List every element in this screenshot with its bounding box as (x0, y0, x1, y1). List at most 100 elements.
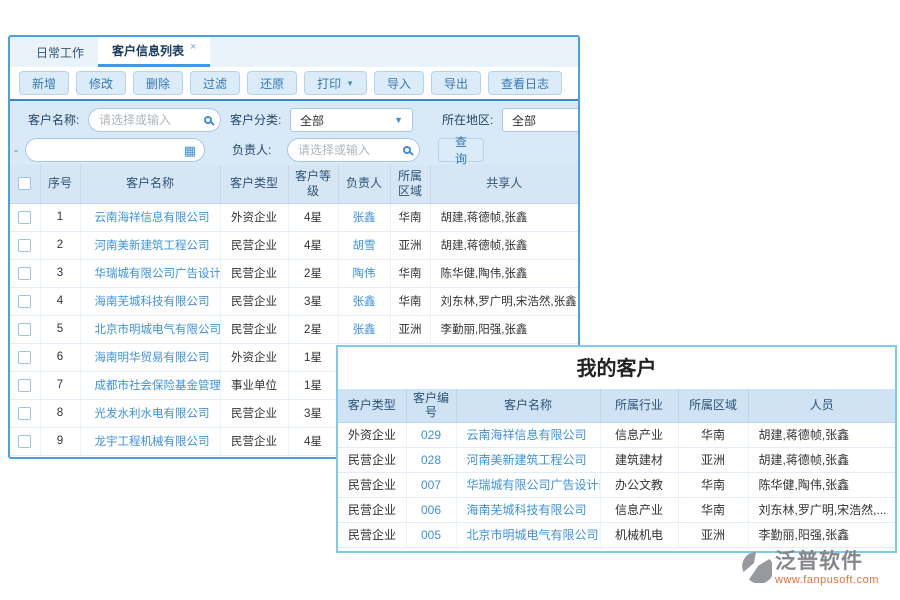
col-header-manager[interactable]: 负责人 (338, 165, 390, 203)
customer-name-link[interactable]: 成都市社会保险基金管理... (95, 380, 221, 392)
customer-code-link[interactable]: 005 (421, 528, 441, 542)
shared-users: 胡建,蒋德帧,张鑫 (430, 231, 578, 259)
customer-type: 民营企业 (338, 472, 406, 497)
customer-type: 民营企业 (220, 287, 288, 315)
customer-code-link[interactable]: 029 (421, 428, 441, 442)
tab-daily-work[interactable]: 日常工作 (22, 37, 98, 67)
customer-code-link[interactable]: 006 (421, 503, 441, 517)
customer-name-link[interactable]: 华瑞城有限公司广告设计部 (95, 268, 221, 280)
customer-name-link[interactable]: 河南美新建筑工程公司 (467, 453, 587, 467)
customer-name-link[interactable]: 光发水利水电有限公司 (95, 408, 210, 420)
print-button[interactable]: 打印 ▼ (304, 71, 367, 95)
col-header-customer-type[interactable]: 客户类型 (220, 165, 288, 203)
export-button[interactable]: 导出 (431, 71, 481, 95)
customer-type: 民营企业 (338, 497, 406, 522)
manager-link[interactable]: 张鑫 (353, 296, 376, 308)
region-label: 所在地区: (442, 108, 493, 132)
tab-close-icon[interactable]: × (190, 41, 196, 53)
search-icon[interactable] (204, 116, 212, 124)
row-checkbox[interactable] (18, 295, 31, 308)
customer-name-link[interactable]: 云南海祥信息有限公司 (467, 428, 587, 442)
customer-level: 3星 (288, 287, 338, 315)
row-checkbox[interactable] (18, 407, 31, 420)
col-header-region[interactable]: 所属区域 (390, 165, 430, 203)
customer-level: 2星 (288, 259, 338, 287)
customer-level: 1星 (288, 371, 338, 399)
tab-label: 日常工作 (36, 44, 84, 61)
row-checkbox[interactable] (18, 435, 31, 448)
table-row[interactable]: 3 华瑞城有限公司广告设计部 民营企业 2星 陶伟 华南 陈华健,陶伟,张鑫 (10, 259, 578, 287)
tab-customer-info-list[interactable]: 客户信息列表 × (98, 37, 210, 67)
customer-name-field[interactable] (99, 113, 200, 127)
customer-type: 民营企业 (220, 259, 288, 287)
fanpu-logo-icon (742, 551, 772, 588)
industry: 信息产业 (600, 497, 678, 522)
customer-name-link[interactable]: 北京市明城电气有限公司 (467, 528, 599, 542)
col-header-no[interactable]: 序号 (40, 165, 80, 203)
table-header-row: 客户类型 客户编号 客户名称 所属行业 所属区域 人员 (338, 389, 895, 422)
table-row[interactable]: 1 云南海祥信息有限公司 外资企业 4星 张鑫 华南 胡建,蒋德帧,张鑫 (10, 203, 578, 231)
add-button[interactable]: 新增 (19, 71, 69, 95)
customer-name-link[interactable]: 龙宇工程机械有限公司 (95, 436, 210, 448)
table-row[interactable]: 民营企业 028 河南美新建筑工程公司 建筑建材 亚洲 胡建,蒋德帧,张鑫 (338, 447, 895, 472)
customer-code-link[interactable]: 028 (421, 453, 441, 467)
region: 华南 (390, 203, 430, 231)
view-log-button[interactable]: 查看日志 (488, 71, 562, 95)
table-header-row: 序号 客户名称 客户类型 客户等级 负责人 所属区域 共享人 (10, 165, 578, 203)
customer-name-link[interactable]: 华瑞城有限公司广告设计部 (467, 478, 601, 492)
customer-name-link[interactable]: 河南美新建筑工程公司 (95, 240, 210, 252)
manager-field[interactable] (298, 143, 399, 157)
table-row[interactable]: 4 海南芜城科技有限公司 民营企业 3星 张鑫 华南 刘东林,罗广明,宋浩然,张… (10, 287, 578, 315)
manager-input[interactable] (287, 138, 420, 162)
restore-button[interactable]: 还原 (247, 71, 297, 95)
calendar-icon[interactable]: ▦ (184, 144, 196, 157)
col-header-customer-level[interactable]: 客户等级 (288, 165, 338, 203)
table-row[interactable]: 2 河南美新建筑工程公司 民营企业 4星 胡雪 亚洲 胡建,蒋德帧,张鑫 (10, 231, 578, 259)
manager-link[interactable]: 陶伟 (353, 268, 376, 280)
customer-type: 民营企业 (220, 231, 288, 259)
region-select[interactable]: 全部 (502, 108, 580, 132)
customer-name-link[interactable]: 海南芜城科技有限公司 (467, 503, 587, 517)
customer-level: 1星 (288, 343, 338, 371)
select-all-checkbox[interactable] (18, 177, 31, 190)
customer-category-select[interactable]: 全部 ▼ (290, 108, 413, 132)
manager-link[interactable]: 张鑫 (353, 212, 376, 224)
col-header-region: 所属区域 (678, 389, 748, 422)
fanpu-logo-url: www.fanpusoft.com (775, 574, 879, 586)
delete-button[interactable]: 删除 (133, 71, 183, 95)
customer-name-link[interactable]: 海南芜城科技有限公司 (95, 296, 210, 308)
staff: 胡建,蒋德帧,张鑫 (748, 422, 895, 447)
table-row[interactable]: 民营企业 005 北京市明城电气有限公司 机械机电 亚洲 李勤丽,阳强,张鑫 (338, 522, 895, 547)
customer-name-link[interactable]: 海南明华贸易有限公司 (95, 352, 210, 364)
industry: 机械机电 (600, 522, 678, 547)
customer-name-link[interactable]: 北京市明城电气有限公司 (95, 324, 221, 336)
row-checkbox[interactable] (18, 351, 31, 364)
col-header-shared[interactable]: 共享人 (430, 165, 578, 203)
col-header-customer-name[interactable]: 客户名称 (80, 165, 220, 203)
date-input[interactable]: ▦ (25, 138, 205, 162)
query-button[interactable]: 查询 (438, 138, 484, 162)
customer-code-link[interactable]: 007 (421, 478, 441, 492)
date-field[interactable] (36, 143, 180, 157)
row-checkbox[interactable] (18, 379, 31, 392)
filter-button[interactable]: 过滤 (190, 71, 240, 95)
manager-link[interactable]: 胡雪 (353, 240, 376, 252)
table-row[interactable]: 外资企业 029 云南海祥信息有限公司 信息产业 华南 胡建,蒋德帧,张鑫 (338, 422, 895, 447)
import-button[interactable]: 导入 (374, 71, 424, 95)
customer-name-input[interactable] (88, 108, 221, 132)
row-checkbox[interactable] (18, 323, 31, 336)
toolbar: 新增 修改 删除 过滤 还原 打印 ▼ 导入 导出 查看日志 (10, 67, 578, 101)
table-row[interactable]: 民营企业 006 海南芜城科技有限公司 信息产业 华南 刘东林,罗广明,宋浩然,… (338, 497, 895, 522)
edit-button[interactable]: 修改 (76, 71, 126, 95)
row-checkbox[interactable] (18, 211, 31, 224)
row-checkbox[interactable] (18, 239, 31, 252)
table-row[interactable]: 5 北京市明城电气有限公司 民营企业 2星 张鑫 亚洲 李勤丽,阳强,张鑫 (10, 315, 578, 343)
customer-name-link[interactable]: 云南海祥信息有限公司 (95, 212, 210, 224)
filter-area: 客户名称: 客户分类: 全部 ▼ 所在地区: 全部 - ▦ 负责人: 查询 (10, 101, 578, 165)
chevron-down-icon: ▼ (346, 79, 354, 88)
search-icon[interactable] (403, 146, 411, 154)
row-checkbox[interactable] (18, 267, 31, 280)
region: 华南 (390, 287, 430, 315)
table-row[interactable]: 民营企业 007 华瑞城有限公司广告设计部 办公文教 华南 陈华健,陶伟,张鑫 (338, 472, 895, 497)
manager-link[interactable]: 张鑫 (353, 324, 376, 336)
